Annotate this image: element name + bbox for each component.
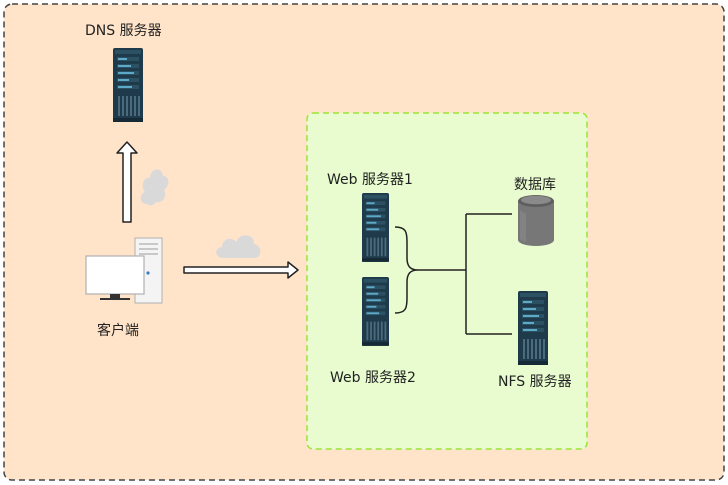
server-icon	[362, 193, 389, 262]
client-label: 客户端	[97, 323, 139, 339]
database-icon	[518, 195, 554, 246]
dns-server-label: DNS 服务器	[85, 23, 162, 39]
server-cluster-boundary	[306, 112, 588, 450]
web-server-2-label: Web 服务器2	[330, 370, 416, 386]
database-label: 数据库	[514, 177, 556, 193]
network-diagram: DNS 服务器 客户端 Web 服务器1 Web 服务器2 数据库 NFS 服务…	[0, 0, 728, 485]
server-icon	[113, 48, 143, 122]
nfs-server-label: NFS 服务器	[498, 374, 572, 390]
server-icon	[518, 291, 548, 365]
web-server-1-label: Web 服务器1	[327, 172, 413, 188]
server-icon	[362, 277, 389, 346]
